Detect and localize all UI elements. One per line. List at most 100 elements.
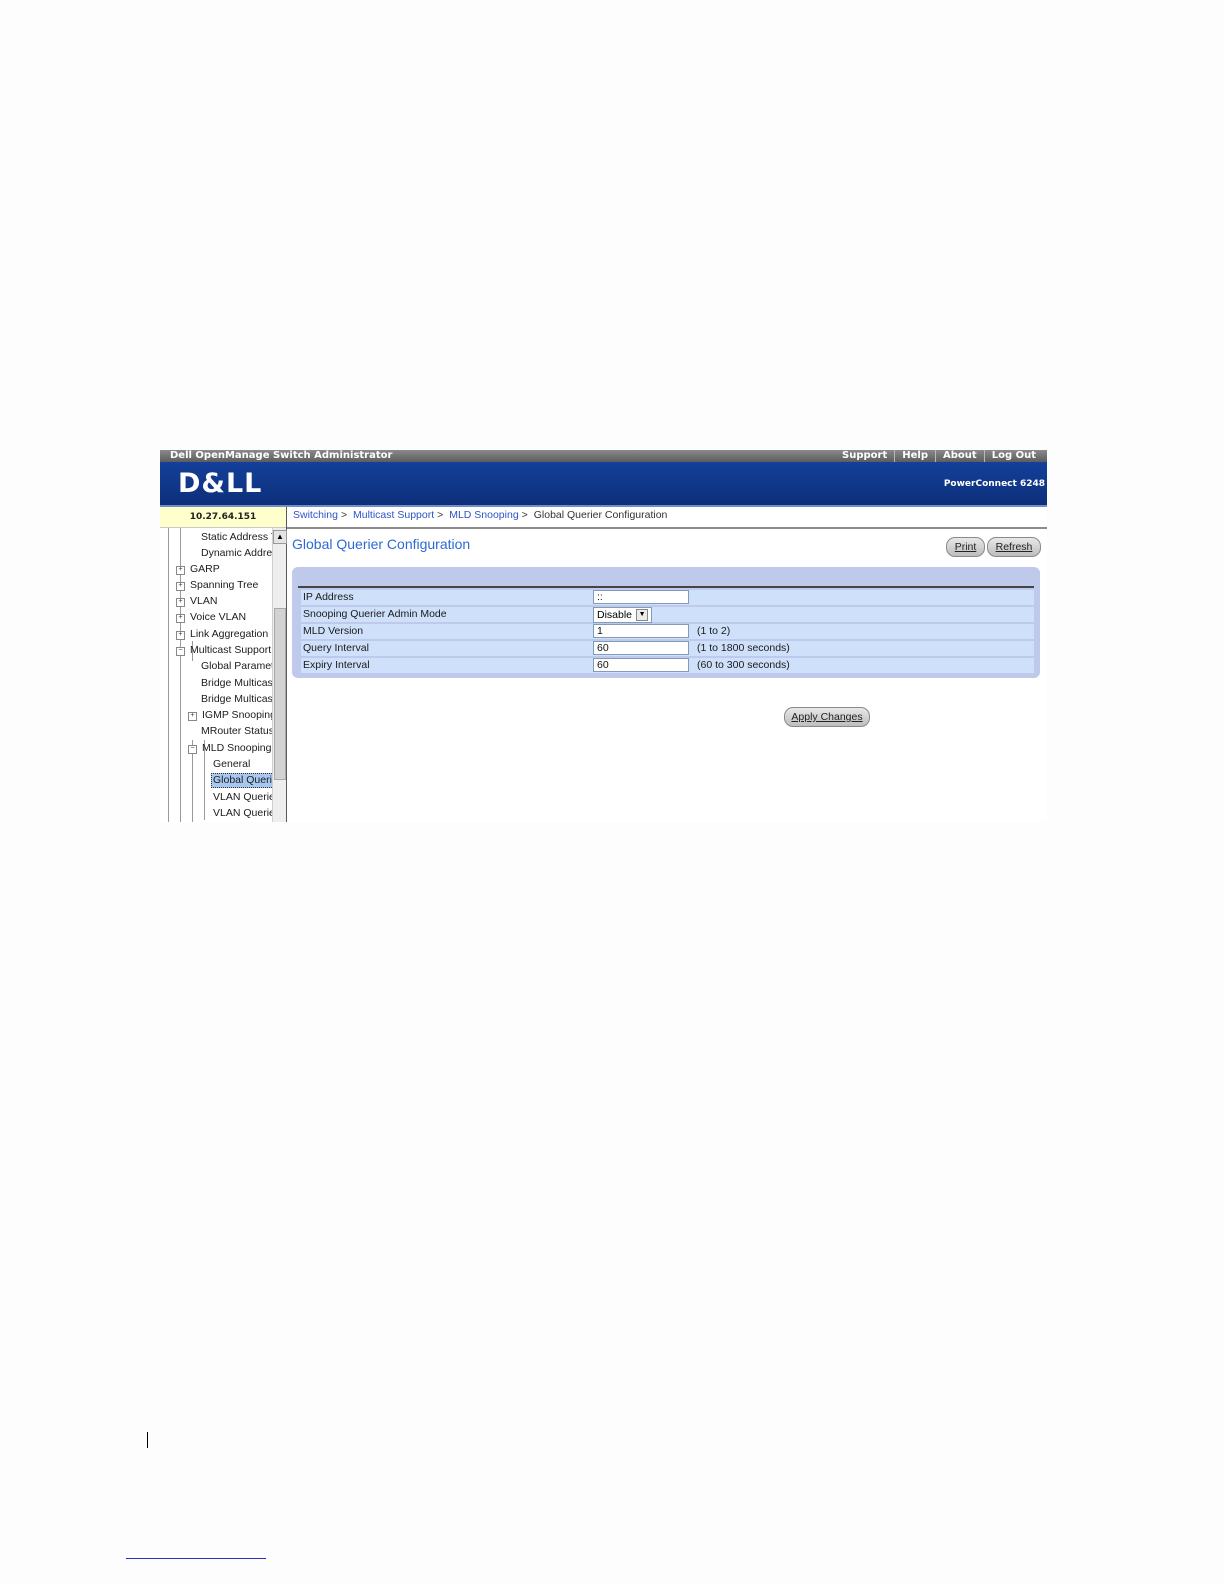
breadcrumb-current: Global Querier Configuration (533, 509, 668, 521)
tree-item-global-querier[interactable]: Global Querie (211, 772, 272, 788)
tree-item-label: Global Paramet (201, 660, 272, 672)
support-link[interactable]: Support (835, 450, 894, 462)
breadcrumb-mld-snooping[interactable]: MLD Snooping (449, 509, 518, 521)
apply-changes-button[interactable]: Apply Changes (784, 707, 870, 727)
tree-item-voice-vlan[interactable]: + Voice VLAN (176, 609, 247, 625)
tree-item-global-parameters[interactable]: Global Paramet (200, 658, 272, 674)
tree-item-label: MRouter Status (201, 725, 272, 737)
query-interval-range: (1 to 1800 seconds) (697, 642, 790, 654)
tree-item-label: Link Aggregation (190, 628, 269, 640)
tree-item-label: Voice VLAN (190, 611, 247, 623)
collapse-icon[interactable]: − (188, 745, 197, 754)
tree-item-bridge-multicast-1[interactable]: Bridge Multicast (200, 675, 272, 691)
navigation-tree: Static Address T Dynamic Addres + GARP + S… (160, 528, 272, 822)
tree-item-vlan-querier-2[interactable]: VLAN Querier (212, 805, 272, 821)
breadcrumb-separator: > (340, 509, 348, 521)
device-model: PowerConnect 6248 (943, 479, 1045, 489)
tree-item-label: Spanning Tree (190, 579, 259, 591)
expand-icon[interactable]: + (176, 598, 185, 607)
admin-mode-select[interactable]: Disable ▼ (593, 607, 653, 623)
collapse-icon[interactable]: − (176, 647, 185, 656)
expand-icon[interactable]: + (176, 566, 185, 575)
top-links: Support Help About Log Out (835, 450, 1043, 462)
breadcrumb-separator: > (437, 509, 444, 521)
admin-mode-label: Snooping Querier Admin Mode (303, 608, 447, 620)
switch-admin-window: Dell OpenManage Switch Administrator Sup… (160, 450, 1047, 822)
form-row-admin-mode: Snooping Querier Admin Mode Disable ▼ (301, 607, 1034, 623)
about-link[interactable]: About (935, 450, 984, 462)
breadcrumb-separator: > (521, 509, 528, 521)
tree-item-bridge-multicast-2[interactable]: Bridge Multicast (200, 691, 272, 707)
dell-logo: D&LL (178, 468, 263, 499)
page-margin-marker (147, 1432, 148, 1448)
header-banner: D&LL PowerConnect 6248 (160, 462, 1047, 507)
expiry-interval-input[interactable] (593, 658, 689, 672)
ip-address-input[interactable] (593, 590, 689, 604)
navigation-sidebar: 10.27.64.151 Static Address T Dynamic Ad… (160, 507, 287, 822)
tree-item-label: MLD Snooping (202, 742, 272, 754)
tree-item-label: Bridge Multicast (201, 693, 272, 705)
refresh-button[interactable]: Refresh (987, 537, 1041, 557)
scrollbar-thumb[interactable] (274, 608, 286, 780)
expiry-interval-range: (60 to 300 seconds) (697, 659, 790, 671)
logout-link[interactable]: Log Out (983, 450, 1043, 462)
tree-item-label: VLAN Querier (213, 791, 272, 803)
chevron-down-icon[interactable]: ▼ (636, 609, 649, 621)
form-row-query-interval: Query Interval (1 to 1800 seconds) (301, 641, 1034, 656)
tree-item-label: Static Address T (201, 531, 272, 543)
header-divider (287, 527, 1047, 529)
tree-item-link-aggregation[interactable]: + Link Aggregation (176, 626, 269, 642)
tree-item-mld-snooping[interactable]: − MLD Snooping (188, 740, 272, 756)
tree-item-spanning-tree[interactable]: + Spanning Tree (176, 577, 259, 593)
querier-config-panel: IP Address Snooping Querier Admin Mode D… (292, 567, 1040, 678)
sidebar-scrollbar[interactable]: ▲ (272, 528, 287, 822)
tree-item-label: Bridge Multicast (201, 677, 272, 689)
breadcrumb-switching[interactable]: Switching (293, 509, 338, 521)
panel-divider (298, 586, 1034, 588)
expand-icon[interactable]: + (188, 712, 197, 721)
ip-address-label: IP Address (303, 591, 354, 603)
tree-item-label: Dynamic Addres (201, 547, 272, 559)
device-ip-address[interactable]: 10.27.64.151 (160, 507, 286, 528)
mld-version-range: (1 to 2) (697, 625, 731, 637)
top-menu-bar: Dell OpenManage Switch Administrator Sup… (160, 450, 1047, 462)
tree-item-label: Global Querie (211, 773, 272, 788)
tree-item-mrouter-status[interactable]: MRouter Status (200, 723, 272, 739)
expand-icon[interactable]: + (176, 614, 185, 623)
query-interval-label: Query Interval (303, 642, 369, 654)
page-title: Global Querier Configuration (292, 536, 471, 552)
tree-item-dynamic-address[interactable]: Dynamic Addres (200, 545, 272, 561)
tree-item-label: General (213, 758, 251, 770)
tree-item-igmp-snooping[interactable]: + IGMP Snooping (188, 707, 272, 723)
tree-item-label: VLAN Querier (213, 807, 272, 819)
tree-item-multicast-support[interactable]: − Multicast Support (176, 642, 272, 658)
mld-version-input[interactable] (593, 624, 689, 638)
help-link[interactable]: Help (894, 450, 935, 462)
tree-item-general[interactable]: General (212, 756, 251, 772)
tree-item-vlan-querier-1[interactable]: VLAN Querier (212, 789, 272, 805)
form-row-mld-version: MLD Version (1 to 2) (301, 624, 1034, 639)
tree-item-garp[interactable]: + GARP (176, 561, 221, 577)
mld-version-label: MLD Version (303, 625, 364, 637)
tree-item-label: VLAN (190, 595, 218, 607)
breadcrumb-multicast-support[interactable]: Multicast Support (353, 509, 434, 521)
tree-item-label: GARP (190, 563, 220, 575)
tree-item-static-address[interactable]: Static Address T (200, 529, 272, 545)
footnote-rule (126, 1558, 266, 1559)
content-area: Switching > Multicast Support > MLD Snoopi… (287, 507, 1047, 822)
scroll-up-icon[interactable]: ▲ (273, 530, 287, 544)
tree-item-vlan[interactable]: + VLAN (176, 593, 218, 609)
expand-icon[interactable]: + (176, 631, 185, 640)
form-row-expiry-interval: Expiry Interval (60 to 300 seconds) (301, 658, 1034, 673)
breadcrumb: Switching > Multicast Support > MLD Snoopi… (293, 507, 667, 523)
expiry-interval-label: Expiry Interval (303, 659, 370, 671)
print-button[interactable]: Print (946, 537, 985, 557)
form-row-ip-address: IP Address (301, 590, 1034, 605)
tree-item-label: IGMP Snooping (202, 709, 272, 721)
expand-icon[interactable]: + (176, 582, 185, 591)
query-interval-input[interactable] (593, 641, 689, 655)
app-title: Dell OpenManage Switch Administrator (170, 450, 393, 461)
tree-connector-line (168, 528, 169, 822)
admin-mode-value: Disable (597, 609, 633, 621)
tree-item-label: Multicast Support (190, 644, 272, 656)
